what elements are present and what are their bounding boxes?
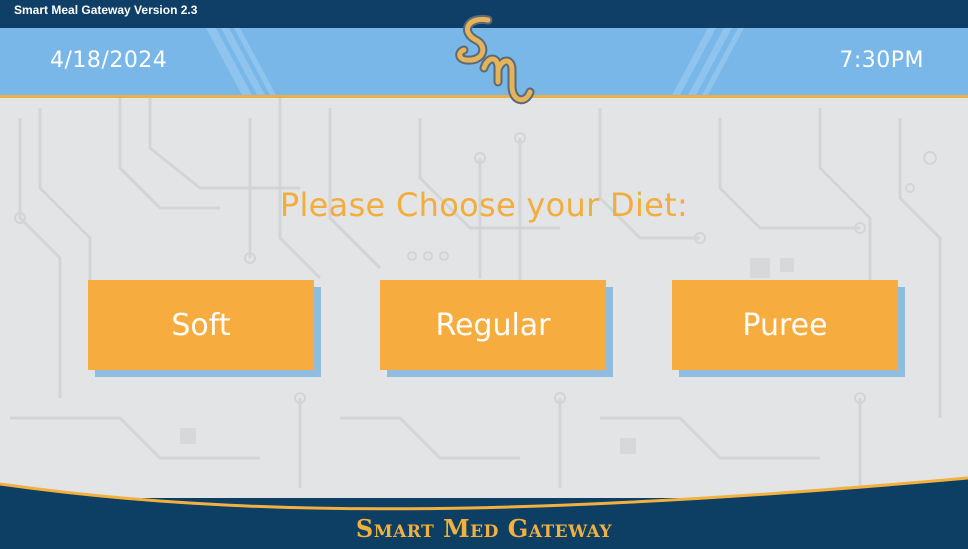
header-time: 7:30PM [839, 48, 924, 73]
main-panel: Please Choose your Diet: Soft Regular Pu… [0, 98, 968, 498]
header-date: 4/18/2024 [50, 48, 168, 73]
footer-brand-name: Smart Med Gateway [355, 514, 613, 543]
diet-prompt: Please Choose your Diet: [279, 186, 689, 224]
puree-diet-button[interactable]: Puree [672, 280, 898, 370]
window-title: Smart Meal Gateway Version 2.3 [14, 3, 198, 17]
soft-diet-button[interactable]: Soft [88, 280, 314, 370]
footer-banner: Smart Med Gateway [0, 470, 968, 549]
sm-monogram-logo-icon [455, 14, 535, 105]
smart-meal-gateway-app: Smart Meal Gateway Version 2.3 4/18/2024… [0, 0, 968, 549]
regular-diet-button[interactable]: Regular [380, 280, 606, 370]
